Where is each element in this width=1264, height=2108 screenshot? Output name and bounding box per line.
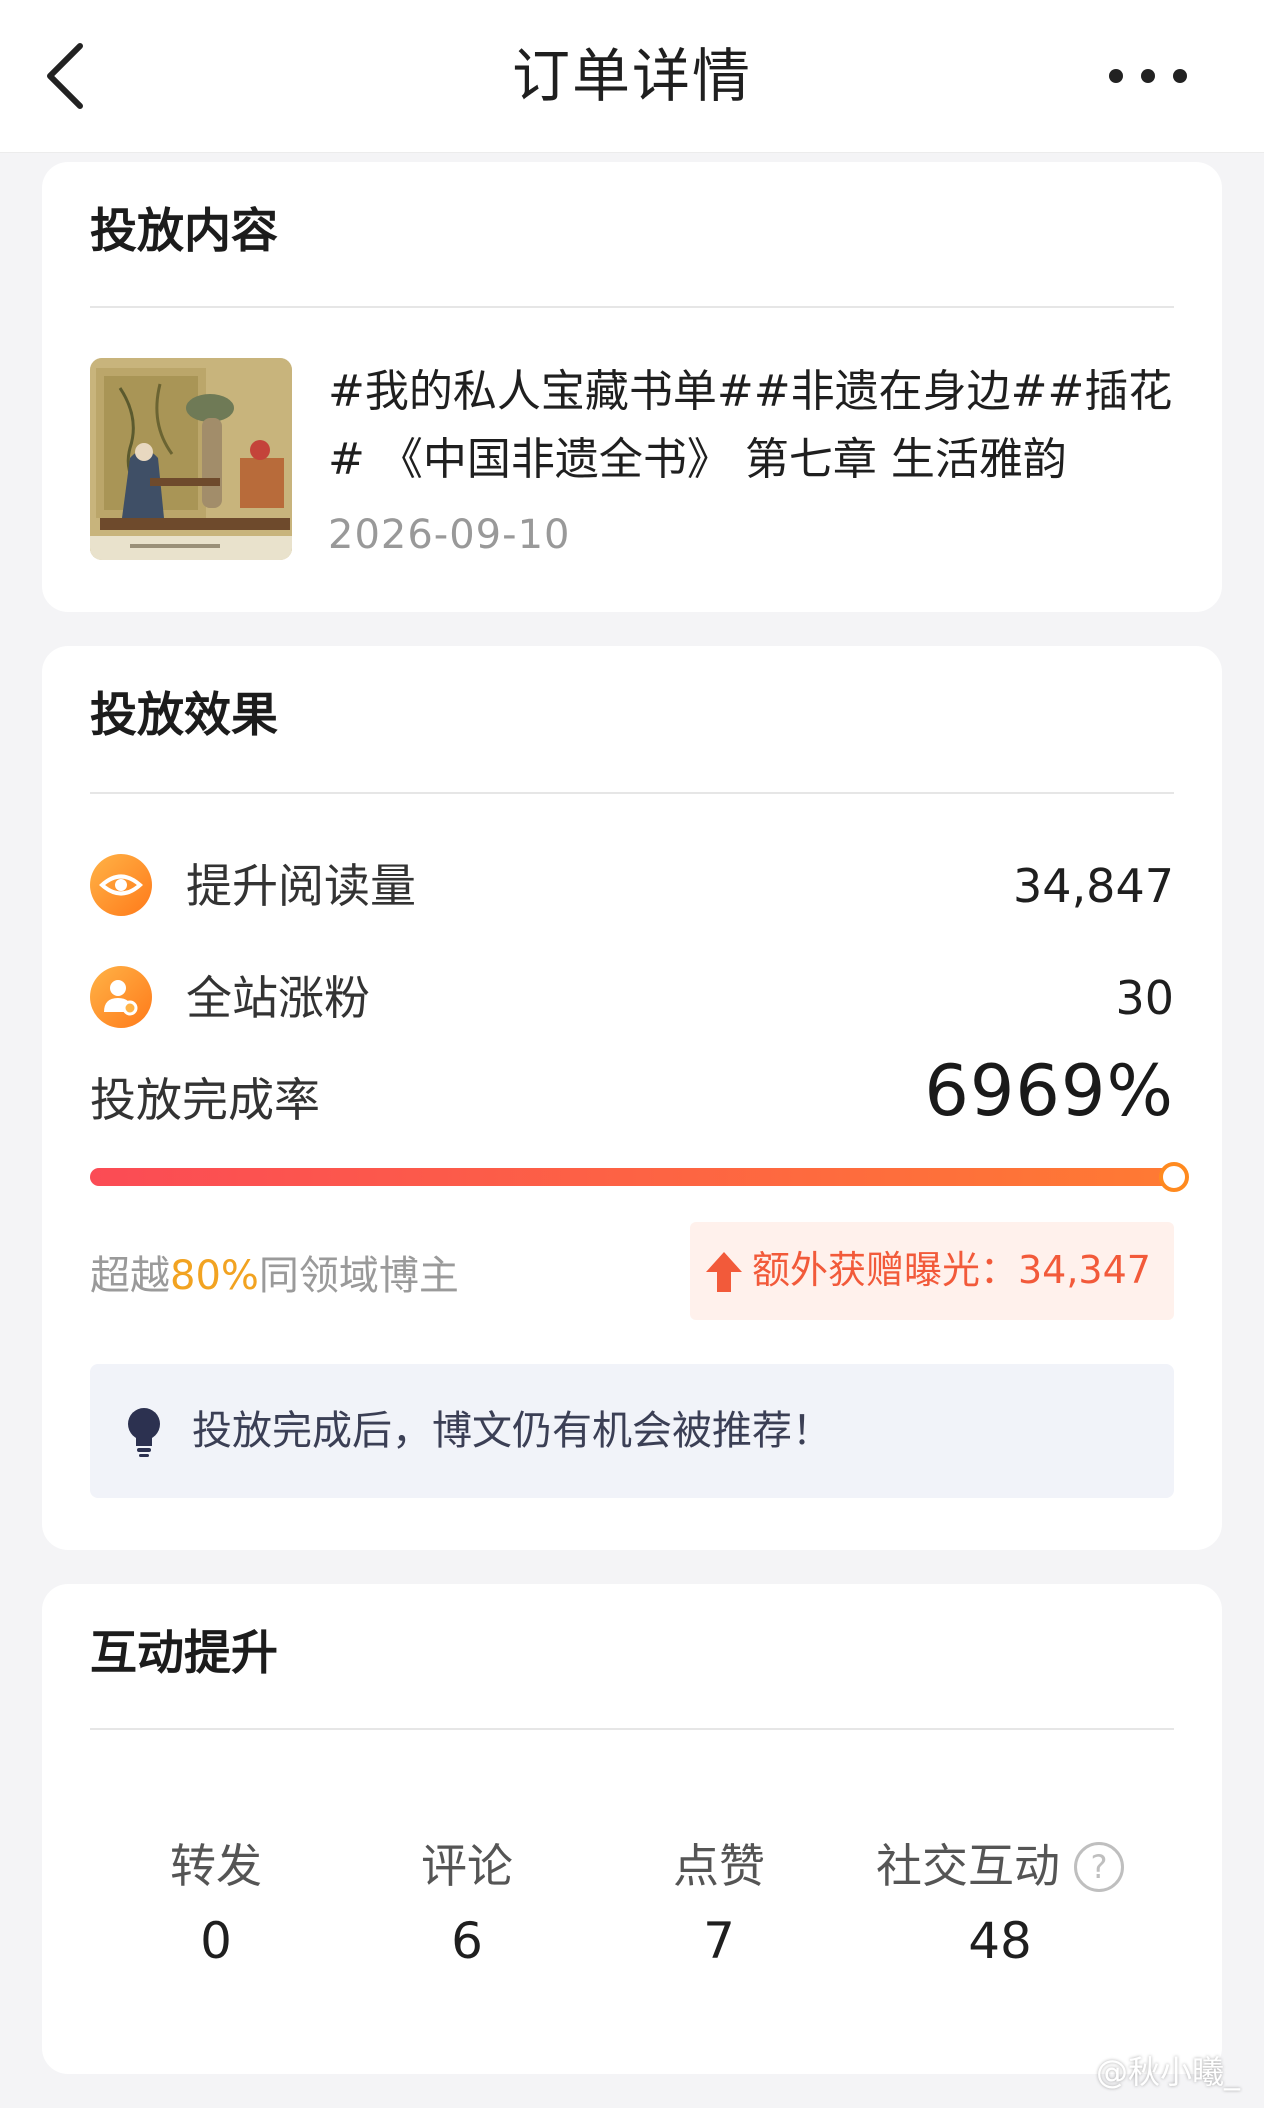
stat-label: 评论 <box>421 1839 513 1893</box>
post-text[interactable]: #我的私人宝藏书单##非遗在身边##插花# 《中国非遗全书》 第七章 生活雅韵 <box>328 358 1178 494</box>
completion-label: 投放完成率 <box>90 1073 320 1127</box>
peer-comparison-percent: 80% <box>170 1253 259 1299</box>
content-card: 投放内容 #我的私人宝藏书单##非遗在身边##插花# 《中国非遗全书》 第七章 … <box>42 162 1222 612</box>
metric-value: 30 <box>1115 971 1174 1025</box>
stat-reposts: 转发 0 <box>101 1836 331 1976</box>
stat-label: 点赞 <box>673 1839 765 1893</box>
metric-followers: 全站涨粉 30 <box>90 964 1174 1034</box>
top-bar: 订单详情 <box>0 0 1264 153</box>
post-date: 2026-09-10 <box>328 512 571 558</box>
painting-image-icon <box>90 358 292 560</box>
metric-label: 提升阅读量 <box>186 859 416 913</box>
progress-fill <box>90 1168 1174 1186</box>
stat-likes: 点赞 7 <box>604 1836 834 1976</box>
stat-label: 转发 <box>170 1839 262 1893</box>
metric-value: 34,847 <box>1013 859 1174 913</box>
stat-comments: 评论 6 <box>352 1836 582 1976</box>
metric-reads: 提升阅读量 34,847 <box>90 852 1174 922</box>
divider <box>90 1728 1174 1730</box>
divider <box>90 306 1174 308</box>
watermark: @秋小曦_ <box>1095 2053 1240 2091</box>
progress-knob <box>1159 1162 1189 1192</box>
bonus-exposure-text: 额外获赠曝光：34,347 <box>752 1248 1151 1292</box>
stat-value: 0 <box>200 1912 232 1970</box>
tip-text: 投放完成后，博文仍有机会被推荐！ <box>192 1408 832 1454</box>
stat-social-interactions: 社交互动? 48 <box>850 1836 1150 1976</box>
page-title: 订单详情 <box>511 42 752 110</box>
user-icon <box>90 966 152 1028</box>
completion-progress-bar <box>90 1162 1189 1192</box>
peer-comparison-suffix: 同领域博主 <box>258 1253 459 1299</box>
metric-label: 全站涨粉 <box>186 971 370 1025</box>
peer-comparison: 超越80%同领域博主 <box>90 1246 459 1306</box>
stat-value: 7 <box>703 1912 735 1970</box>
effect-card-title: 投放效果 <box>90 688 278 743</box>
stat-label-row: 社交互动? <box>850 1836 1150 1896</box>
content-card-title: 投放内容 <box>90 204 278 259</box>
eye-icon <box>90 854 152 916</box>
completion-value: 6969% <box>924 1050 1174 1132</box>
more-dots-icon <box>1109 69 1123 83</box>
divider <box>90 792 1174 794</box>
help-icon[interactable]: ? <box>1074 1842 1124 1892</box>
stat-value: 48 <box>968 1912 1032 1970</box>
arrow-up-icon <box>706 1252 742 1292</box>
interaction-card-title: 互动提升 <box>90 1626 278 1681</box>
stat-label: 社交互动 <box>876 1839 1060 1893</box>
peer-comparison-prefix: 超越 <box>90 1253 170 1299</box>
stat-value: 6 <box>451 1912 483 1970</box>
bonus-exposure-badge: 额外获赠曝光：34,347 <box>690 1222 1174 1320</box>
more-button[interactable] <box>1100 56 1220 96</box>
interaction-card: 互动提升 转发 0 评论 6 点赞 7 社交互动? 48 <box>42 1584 1222 2074</box>
post-thumbnail[interactable] <box>90 358 292 560</box>
tip-box: 投放完成后，博文仍有机会被推荐！ <box>90 1364 1174 1498</box>
lightbulb-icon <box>128 1408 160 1457</box>
effect-card: 投放效果 提升阅读量 34,847 全站涨粉 30 投放完成率 6969% 超越… <box>42 646 1222 1550</box>
